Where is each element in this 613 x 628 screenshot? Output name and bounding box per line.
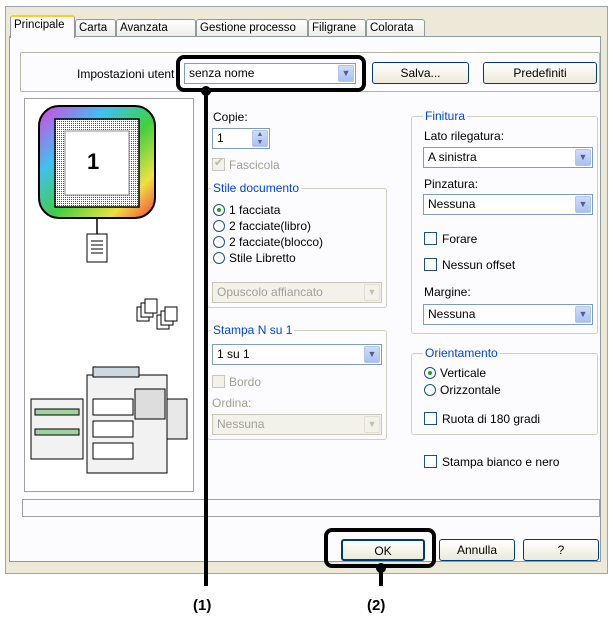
border-label: Bordo — [229, 375, 262, 389]
preview-illustration — [30, 105, 188, 474]
callout-line-1 — [204, 90, 208, 586]
status-bar — [22, 499, 600, 517]
radio-2-facciate-libro[interactable] — [213, 220, 225, 232]
tab-filigrane[interactable]: Filigrane — [308, 19, 366, 37]
tab-label: Principale — [14, 19, 65, 31]
tab-avanzata[interactable]: Avanzata — [116, 19, 196, 37]
n-up-title: Stampa N su 1 — [211, 323, 295, 337]
radio-orizzontale[interactable] — [424, 384, 436, 396]
order-value: Nessuna — [217, 417, 265, 431]
booklet-style-select[interactable]: Opuscolo affiancato ▼ — [212, 282, 382, 303]
copies-label: Copie: — [213, 110, 248, 124]
no-offset-checkbox[interactable] — [424, 258, 437, 271]
binding-select[interactable]: A sinistra ▼ — [423, 147, 593, 168]
radio-1-facciata[interactable] — [213, 204, 225, 216]
option-label: 2 facciate(blocco) — [229, 235, 324, 249]
chevron-down-icon: ▼ — [364, 346, 380, 363]
tab-gestione-processo[interactable]: Gestione processo — [196, 19, 308, 37]
preview-page-number: 1 — [87, 149, 100, 174]
order-select[interactable]: Nessuna ▼ — [212, 414, 382, 435]
n-up-select[interactable]: 1 su 1 ▼ — [212, 344, 382, 365]
spin-icon[interactable]: ▲ ▼ — [252, 130, 268, 147]
binding-value: A sinistra — [428, 150, 477, 164]
no-offset-label: Nessun offset — [442, 258, 516, 272]
order-label: Ordina: — [212, 396, 252, 410]
margin-select[interactable]: Nessuna ▼ — [423, 304, 593, 325]
copies-stepper[interactable]: 1 ▲ ▼ — [212, 128, 270, 149]
chevron-down-icon: ▼ — [575, 149, 591, 166]
staple-value: Nessuna — [428, 197, 476, 211]
radio-stile-libretto[interactable] — [213, 252, 225, 264]
tab-label: Filigrane — [312, 22, 357, 34]
callout-line-2 — [379, 566, 383, 586]
n-up-value: 1 su 1 — [217, 347, 250, 361]
collate-checkbox[interactable]: ✔ — [212, 157, 225, 171]
staple-label: Pinzatura: — [424, 177, 479, 191]
rotate-180-checkbox[interactable] — [424, 412, 437, 425]
check-icon: ✔ — [214, 157, 224, 169]
chevron-down-icon: ▼ — [364, 416, 380, 433]
option-label: 2 facciate(libro) — [229, 219, 312, 233]
bw-print-label: Stampa bianco e nero — [442, 455, 560, 469]
tab-label: Avanzata — [120, 22, 168, 34]
user-settings-label: Impostazioni utent — [77, 67, 175, 81]
tab-principale[interactable]: Principale — [10, 15, 75, 38]
help-button[interactable]: ? — [523, 539, 599, 561]
option-label: Stile Libretto — [229, 251, 296, 265]
preview-area: 1 — [24, 98, 194, 492]
copies-value: 1 — [217, 131, 224, 145]
staple-select[interactable]: Nessuna ▼ — [423, 194, 593, 215]
orientation-title: Orientamento — [423, 346, 500, 360]
tab-label: Colorata — [370, 22, 414, 34]
chevron-down-icon: ▼ — [575, 306, 591, 323]
punch-checkbox[interactable] — [424, 232, 437, 245]
callout-label-2: (2) — [367, 597, 386, 614]
save-button[interactable]: Salva... — [372, 62, 469, 84]
document-style-title: Stile documento — [211, 181, 302, 195]
tab-colorata[interactable]: Colorata — [366, 19, 425, 37]
booklet-style-value: Opuscolo affiancato — [217, 285, 323, 299]
callout-label-1: (1) — [193, 597, 212, 614]
collate-label: Fascicola — [229, 158, 280, 172]
rotate-180-label: Ruota di 180 gradi — [442, 412, 541, 426]
finishing-title: Finitura — [423, 109, 468, 123]
cancel-button[interactable]: Annulla — [439, 539, 515, 561]
tab-label: Carta — [79, 22, 108, 34]
binding-label: Lato rilegatura: — [424, 129, 505, 143]
punch-label: Forare — [442, 232, 478, 246]
border-checkbox[interactable] — [212, 375, 225, 388]
chevron-down-icon: ▼ — [575, 196, 591, 213]
radio-verticale[interactable] — [424, 367, 436, 379]
tab-label: Gestione processo — [200, 22, 296, 34]
callout-box-2 — [324, 528, 436, 568]
chevron-down-icon: ▼ — [364, 284, 380, 301]
tab-carta[interactable]: Carta — [75, 19, 116, 37]
margin-value: Nessuna — [428, 307, 476, 321]
option-label: Orizzontale — [440, 383, 501, 397]
bw-print-checkbox[interactable] — [424, 455, 437, 468]
default-button[interactable]: Predefiniti — [483, 62, 597, 84]
radio-2-facciate-blocco[interactable] — [213, 236, 225, 248]
option-label: Verticale — [440, 366, 487, 380]
margin-label: Margine: — [424, 285, 471, 299]
option-label: 1 facciata — [229, 203, 281, 217]
